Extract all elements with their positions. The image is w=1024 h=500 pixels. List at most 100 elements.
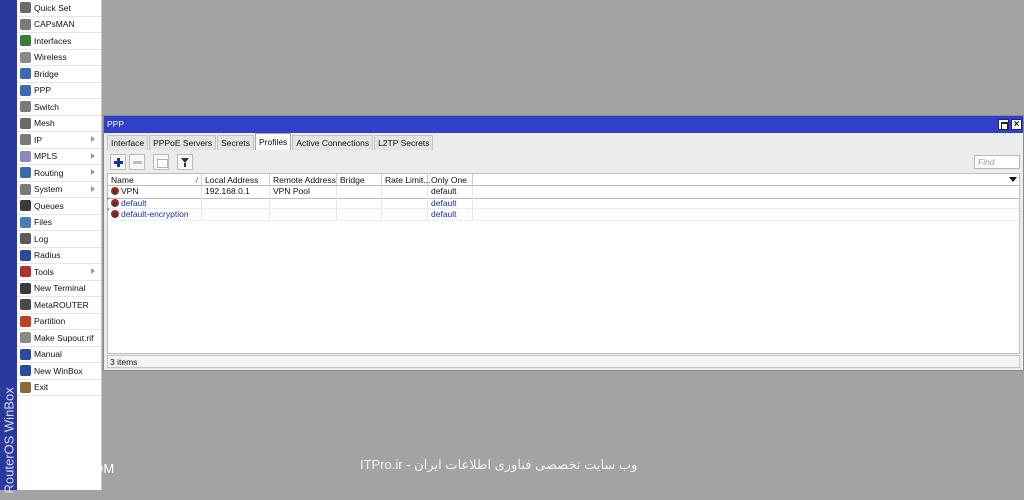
tab-l2tp-secrets[interactable]: L2TP Secrets xyxy=(374,135,434,150)
comment-button[interactable] xyxy=(153,154,169,170)
filter-button[interactable] xyxy=(177,154,193,170)
profile-icon xyxy=(111,198,119,207)
column-header-name[interactable]: Name / xyxy=(108,174,202,185)
menu-item-label: MPLS xyxy=(34,151,58,162)
menu-item-label: New WinBox xyxy=(34,365,83,376)
menu-item-label: System xyxy=(34,184,63,195)
menu-item-label: Wireless xyxy=(34,52,67,63)
cell-only-one: default xyxy=(428,186,473,198)
menu-item-mpls[interactable]: MPLS xyxy=(17,149,101,165)
menu-item-tools[interactable]: Tools xyxy=(17,264,101,281)
column-header-label: Rate Limit... xyxy=(385,175,431,185)
interfaces-icon xyxy=(20,35,31,47)
cell-name: default xyxy=(108,197,202,208)
menu-item-label: Manual xyxy=(34,349,62,360)
tab-interface[interactable]: Interface xyxy=(107,135,149,150)
cell-text: 192.168.0.1 xyxy=(205,186,250,196)
menu-item-switch[interactable]: Switch xyxy=(17,99,101,116)
menu-item-interfaces[interactable]: Interfaces xyxy=(17,33,101,50)
menu-item-bridge[interactable]: Bridge xyxy=(17,66,101,83)
toolbar xyxy=(107,153,1020,171)
submenu-arrow-icon xyxy=(91,185,95,192)
table-body: VPN 192.168.0.1 VPN Pool default * default def… xyxy=(107,185,1020,221)
cell-rate-limit xyxy=(382,186,428,198)
table-row[interactable]: * default default xyxy=(107,197,1019,209)
menu-item-capsman[interactable]: CAPsMAN xyxy=(17,17,101,33)
menu-item-label: Tools xyxy=(34,266,54,277)
menu-item-label: Routing xyxy=(34,167,64,178)
exit-icon xyxy=(20,381,31,393)
window-titlebar[interactable]: PPP × xyxy=(104,116,1023,133)
remove-button[interactable] xyxy=(129,154,145,170)
menu-item-log[interactable]: Log xyxy=(17,231,101,248)
close-button[interactable]: × xyxy=(1011,119,1022,130)
menu-item-label: Radius xyxy=(34,250,61,261)
tab-profiles[interactable]: Profiles xyxy=(254,133,292,150)
profile-icon xyxy=(111,187,119,195)
files-icon xyxy=(20,216,31,228)
submenu-arrow-icon xyxy=(91,136,95,142)
table-header: Name / Local Address Remote Address Bridge Ra… xyxy=(108,174,1019,186)
menu-item-partition[interactable]: Partition xyxy=(17,314,101,330)
cell-filler xyxy=(473,186,1019,198)
menu-item-new-terminal[interactable]: New Terminal xyxy=(17,281,101,297)
column-menu-dropdown-icon[interactable] xyxy=(1009,177,1017,182)
menu-item-system[interactable]: System xyxy=(17,182,101,198)
menu-item-label: Bridge xyxy=(34,68,59,79)
cell-text: default xyxy=(121,197,147,208)
menu-item-ip[interactable]: IP xyxy=(17,132,101,149)
terminal-icon xyxy=(20,282,31,294)
column-header-rate-limit[interactable]: Rate Limit... xyxy=(382,174,431,185)
cell-filler xyxy=(473,209,1019,220)
cell-local-address xyxy=(202,197,270,208)
column-header-label: Remote Address xyxy=(273,175,336,185)
window-title: PPP xyxy=(107,119,125,129)
menu-item-ppp[interactable]: PPP xyxy=(17,83,101,99)
tab-active-connections[interactable]: Active Connections xyxy=(292,135,374,150)
table-row[interactable]: VPN 192.168.0.1 VPN Pool default xyxy=(107,185,1020,199)
cell-rate-limit xyxy=(382,209,428,220)
menu-item-wireless[interactable]: Wireless xyxy=(17,50,101,66)
column-header-bridge[interactable]: Bridge xyxy=(337,174,382,185)
menu-item-quick-set[interactable]: Quick Set xyxy=(17,0,101,17)
cell-text: VPN xyxy=(121,186,139,196)
submenu-arrow-icon xyxy=(91,152,95,159)
menu-item-radius[interactable]: Radius xyxy=(17,248,101,264)
cell-bridge xyxy=(337,186,382,198)
cell-remote-address xyxy=(270,209,337,220)
submenu-arrow-icon xyxy=(91,268,95,274)
menu-item-label: Exit xyxy=(34,382,49,393)
sort-indicator: / xyxy=(195,175,198,185)
menu-item-queues[interactable]: Queues xyxy=(17,198,101,215)
menu-item-label: New Terminal xyxy=(34,283,86,294)
menu-item-make-supout-rif[interactable]: Make Supout.rif xyxy=(17,330,101,347)
tab-pppoe-servers[interactable]: PPPoE Servers xyxy=(149,135,217,150)
tab-bar: Interface PPPoE Servers Secrets Profiles Act… xyxy=(107,133,434,150)
submenu-arrow-icon xyxy=(91,169,95,175)
column-header-only-one[interactable]: Only One xyxy=(428,174,473,185)
menu-item-label: CAPsMAN xyxy=(34,19,75,30)
menu-item-routing[interactable]: Routing xyxy=(17,165,101,182)
menu-item-label: Switch xyxy=(34,101,60,112)
column-header-local-address[interactable]: Local Address xyxy=(202,174,270,185)
cell-text: default-encryption xyxy=(121,209,189,219)
find-input[interactable] xyxy=(974,155,1020,169)
cell-name: default-encryption xyxy=(108,209,202,220)
column-header-remote-address[interactable]: Remote Address xyxy=(270,174,337,185)
maximize-button[interactable] xyxy=(998,119,1009,130)
menu-item-manual[interactable]: Manual xyxy=(17,347,101,363)
switch-icon xyxy=(20,101,31,113)
menu-item-label: Queues xyxy=(34,200,64,211)
tab-secrets[interactable]: Secrets xyxy=(217,135,254,150)
menu-item-label: Make Supout.rif xyxy=(34,332,94,343)
menu-item-files[interactable]: Files xyxy=(17,215,101,231)
menu-item-metarouter[interactable]: MetaROUTER xyxy=(17,297,101,314)
table-row[interactable]: * default-encryption default xyxy=(107,208,1019,221)
watermark-center: ITPro.ir - وب سایت تخصصی فناوری اطلاعات … xyxy=(360,457,638,472)
menu-item-exit[interactable]: Exit xyxy=(17,380,101,396)
menu-item-label: PPP xyxy=(34,85,52,96)
add-button[interactable] xyxy=(110,154,126,170)
menu-item-new-winbox[interactable]: New WinBox xyxy=(17,363,101,380)
menu-item-mesh[interactable]: Mesh xyxy=(17,116,101,132)
supout-icon xyxy=(20,332,31,344)
